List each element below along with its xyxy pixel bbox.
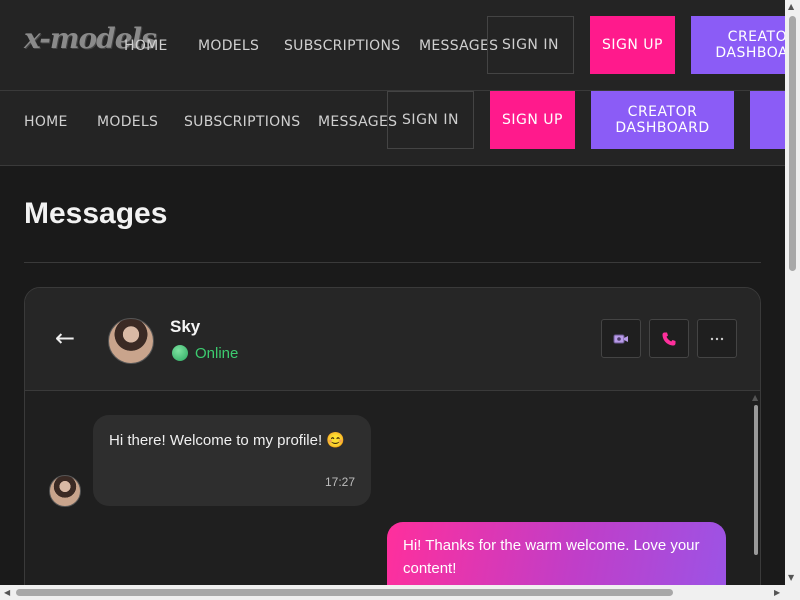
message-text: Hi there! Welcome to my profile! 😊 [109,432,345,449]
nav-subscriptions-2[interactable]: SUBSCRIPTIONS [184,114,300,130]
video-call-button[interactable] [601,319,641,358]
secondary-navbar: HOME MODELS SUBSCRIPTIONS MESSAGES SIGN … [0,90,785,166]
sign-up-button-2[interactable]: SIGN UP [490,91,575,149]
chat-header: ← Sky Online [25,288,760,391]
back-arrow-icon[interactable]: ← [55,324,75,352]
nav-models-2[interactable]: MODELS [97,114,158,130]
overflow-button[interactable] [750,91,785,149]
message-text: Hi! Thanks for the warm welcome. Love yo… [403,537,700,577]
nav-models[interactable]: MODELS [198,38,259,54]
chat-window: ← Sky Online Hi there! Welcome to my pro… [24,287,761,600]
scrollbar-thumb[interactable] [789,16,796,271]
voice-call-button[interactable] [649,319,689,358]
horizontal-scrollbar[interactable]: ◀ ▶ [0,585,800,600]
sign-in-button-2[interactable]: SIGN IN [387,91,474,149]
scroll-up-arrow-icon[interactable]: ▲ [752,393,758,402]
nav-home-2[interactable]: HOME [24,114,68,130]
scroll-right-arrow-icon[interactable]: ▶ [774,588,780,597]
title-divider [24,262,761,263]
scrollbar-thumb[interactable] [754,405,758,555]
avatar[interactable] [108,318,154,364]
more-options-button[interactable] [697,319,737,358]
phone-icon [662,332,676,345]
message-scrollbar[interactable]: ▲ [751,393,760,600]
top-navbar: x-models HOME MODELS SUBSCRIPTIONS MESSA… [0,0,785,90]
message-time: 17:27 [324,475,355,489]
status-text: Online [195,345,239,362]
sign-in-button[interactable]: SIGN IN [487,16,574,74]
more-icon [710,337,724,340]
page-title: Messages [24,197,168,230]
video-icon [613,334,628,343]
message-list[interactable]: Hi there! Welcome to my profile! 😊 17:27… [25,391,760,600]
scrollbar-thumb[interactable] [16,589,673,596]
online-status-icon [172,345,188,361]
contact-name: Sky [170,317,201,336]
creator-dashboard-button[interactable]: CREATOR DASHBOARD [691,16,785,74]
scroll-up-arrow-icon[interactable]: ▲ [788,2,794,11]
vertical-scrollbar[interactable]: ▲ ▼ [785,0,800,585]
scroll-down-arrow-icon[interactable]: ▼ [788,573,794,582]
nav-messages-2[interactable]: MESSAGES [318,114,397,130]
creator-dashboard-button-2[interactable]: CREATOR DASHBOARD [591,91,734,149]
sign-up-button[interactable]: SIGN UP [590,16,675,74]
avatar [49,475,81,507]
nav-home[interactable]: HOME [124,38,168,54]
scroll-left-arrow-icon[interactable]: ◀ [4,588,10,597]
nav-subscriptions[interactable]: SUBSCRIPTIONS [284,38,400,54]
message-bubble-incoming: Hi there! Welcome to my profile! 😊 17:27 [93,415,371,506]
